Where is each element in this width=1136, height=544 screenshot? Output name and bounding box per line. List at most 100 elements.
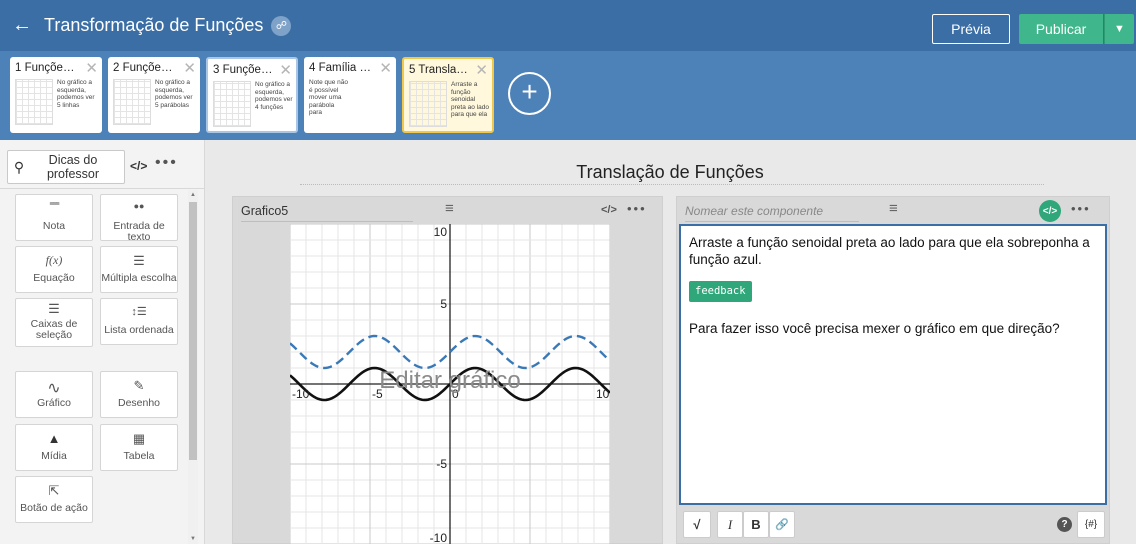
arrow-left-icon[interactable]: ← — [12, 14, 36, 37]
component-label: Botão de ação — [20, 502, 88, 514]
component-label: Desenho — [117, 397, 161, 409]
slide-thumb-text: Arraste a função senoidal preta ao lado … — [451, 81, 489, 118]
component-action-button[interactable]: ⇱ Botão de ação — [15, 476, 93, 523]
sqrt-icon[interactable]: √ — [683, 511, 711, 538]
bold-button[interactable]: B — [743, 511, 769, 538]
component-label: Múltipla escolha — [101, 272, 177, 284]
text-input-icon: ●● — [133, 201, 145, 211]
close-icon[interactable]: ✕ — [183, 59, 196, 77]
slide-title: 4 Família … — [309, 62, 371, 74]
component-nota[interactable]: ≡≡≡ Nota — [15, 194, 93, 241]
close-icon[interactable]: ✕ — [279, 61, 292, 79]
more-icon[interactable]: ••• — [627, 201, 647, 216]
component-label: Tabela — [123, 450, 155, 462]
help-icon[interactable]: ? — [1057, 517, 1072, 532]
title-underline — [300, 184, 1044, 185]
panel-scrollbar[interactable]: ▲ ▼ — [188, 190, 198, 544]
scroll-up-icon[interactable]: ▲ — [188, 192, 198, 198]
code-icon[interactable]: </> — [130, 159, 147, 173]
component-name[interactable]: Grafico5 — [241, 204, 413, 222]
component-label: Nota — [42, 220, 66, 232]
teacher-tips-label: Dicas do professor — [46, 153, 100, 181]
variable-icon[interactable]: {#} — [1077, 511, 1105, 538]
caret-down-icon[interactable]: ▼ — [1104, 14, 1134, 44]
ordered-list-icon: ↕☰ — [131, 306, 147, 318]
component-label: Caixas de seleção — [30, 318, 78, 341]
graph-icon: ∿ — [47, 380, 61, 397]
table-icon: ▦ — [132, 431, 146, 446]
drag-handle-icon[interactable]: ≡ — [445, 200, 454, 217]
slide-thumb-1[interactable]: 1 Funçõe… ✕ No gráfico a esquerda, podem… — [10, 57, 102, 133]
add-slide-button[interactable]: + — [508, 72, 551, 115]
edit-graph-overlay[interactable]: Editar gráfico — [379, 367, 520, 394]
slide-graph-thumb — [15, 79, 53, 125]
slide-thumb-text: No gráfico a esquerda, podemos ver 5 lin… — [57, 79, 95, 109]
scroll-down-icon[interactable]: ▼ — [188, 536, 198, 542]
teacher-tips-button[interactable]: ⚲ Dicas do professor — [7, 150, 125, 184]
component-ordered-list[interactable]: ↕☰ Lista ordenada — [100, 298, 178, 345]
slide-graph-thumb — [113, 79, 151, 125]
graph-component[interactable]: Grafico5 ≡ </> ••• -10 -5 0 10 10 5 -5 -… — [232, 196, 663, 544]
graph-canvas[interactable]: -10 -5 0 10 10 5 -5 -10 Editar gráfico — [290, 224, 610, 544]
component-drawing[interactable]: ✎ Desenho — [100, 371, 178, 418]
slides-strip: 1 Funçõe… ✕ No gráfico a esquerda, podem… — [0, 51, 1136, 140]
y-tick-label: 10 — [434, 225, 448, 239]
slide-thumb-4[interactable]: 4 Família … ✕ Note que não é possível mo… — [304, 57, 396, 133]
component-text-input[interactable]: ●● Entrada de texto — [100, 194, 178, 243]
component-multiple-choice[interactable]: ☰ Múltipla escolha — [100, 246, 178, 293]
component-name-input[interactable]: Nomear este componente — [685, 204, 859, 222]
y-tick-label: 5 — [440, 297, 447, 311]
activity-title[interactable]: Transformação de Funções — [44, 15, 263, 36]
checkboxes-icon: ☰ — [48, 301, 60, 316]
publish-button[interactable]: Publicar — [1019, 14, 1103, 44]
slide-title: 3 Funçõe… — [213, 64, 273, 76]
divider — [0, 188, 205, 189]
note-component[interactable]: Nomear este componente ≡ </> ••• Arraste… — [676, 196, 1110, 544]
drag-handle-icon[interactable]: ≡ — [889, 200, 898, 217]
component-graph[interactable]: ∿ Gráfico — [15, 371, 93, 418]
slide-thumb-2[interactable]: 2 Funçõe… ✕ No gráfico a esquerda, podem… — [108, 57, 200, 133]
question-text: Para fazer isso você precisa mexer o grá… — [689, 321, 1060, 336]
component-panel: ⚲ Dicas do professor </> ••• ≡≡≡ Nota ●●… — [0, 140, 205, 544]
code-icon[interactable]: </> — [601, 204, 617, 216]
slide-thumb-5[interactable]: 5 Transla… ✕ Arraste a função senoidal p… — [402, 57, 494, 133]
y-tick-label: -5 — [436, 457, 447, 471]
more-icon[interactable]: ••• — [1071, 201, 1091, 216]
close-icon[interactable]: ✕ — [475, 61, 488, 79]
slide-thumb-3[interactable]: 3 Funçõe… ✕ No gráfico a esquerda, podem… — [206, 57, 298, 133]
italic-button[interactable]: I — [717, 511, 743, 538]
slide-graph-thumb — [213, 81, 251, 127]
close-icon[interactable]: ✕ — [85, 59, 98, 77]
component-media[interactable]: ▲ Mídia — [15, 424, 93, 471]
link-icon[interactable]: 🔗 — [769, 511, 795, 538]
drawing-icon: ✎ — [133, 378, 145, 393]
component-label: Mídia — [41, 450, 67, 462]
link-icon[interactable]: ☍ — [271, 15, 292, 36]
slide-thumb-text: Note que não é possível mover uma parábo… — [309, 79, 349, 116]
slide-thumb-text: No gráfico a esquerda, podemos ver 4 fun… — [255, 81, 293, 111]
slide-title: 2 Funçõe… — [113, 62, 173, 74]
page-title[interactable]: Translação de Funções — [540, 162, 800, 183]
more-icon[interactable]: ••• — [155, 154, 178, 172]
equation-icon: f(x) — [45, 253, 63, 267]
component-table[interactable]: ▦ Tabela — [100, 424, 178, 471]
slide-title: 5 Transla… — [409, 64, 468, 76]
x-tick-label: -10 — [292, 387, 310, 401]
editor-toolbar: √ I B 🔗 ? {#} — [679, 507, 1107, 543]
slide-title: 1 Funçõe… — [15, 62, 75, 74]
code-icon[interactable]: </> — [1039, 200, 1061, 222]
component-label: Equação — [33, 272, 75, 284]
component-checkboxes[interactable]: ☰ Caixas de seleção — [15, 298, 93, 347]
component-label: Gráfico — [37, 397, 71, 409]
component-equation[interactable]: f(x) Equação — [15, 246, 93, 293]
scroll-thumb[interactable] — [189, 202, 197, 460]
slide-thumb-text: No gráfico a esquerda, podemos ver 5 par… — [155, 79, 193, 109]
preview-button[interactable]: Prévia — [932, 14, 1010, 44]
rich-text-editor[interactable]: Arraste a função senoidal preta ao lado … — [679, 224, 1107, 505]
y-tick-label: -10 — [430, 531, 448, 544]
component-label: Entrada de texto — [113, 220, 165, 243]
prompt-text: Arraste a função senoidal preta ao lado … — [689, 235, 1090, 267]
close-icon[interactable]: ✕ — [379, 59, 392, 77]
feedback-tag[interactable]: feedback — [689, 281, 752, 302]
note-icon: ≡≡≡ — [49, 201, 59, 208]
